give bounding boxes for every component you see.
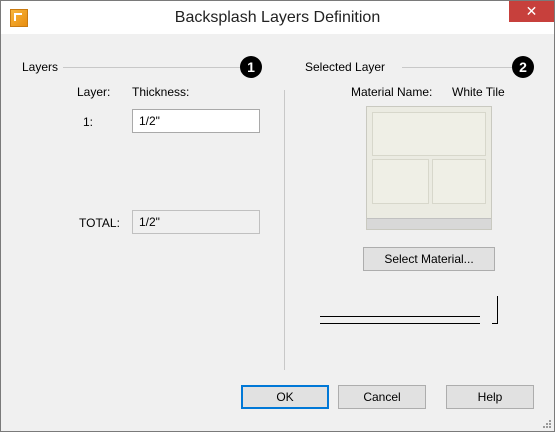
group-separator — [284, 90, 285, 370]
preview-base-strip — [367, 218, 491, 229]
preview-tile-bottom-right — [432, 159, 486, 204]
layer-profile-line-top — [320, 316, 480, 317]
layer-profile-edge — [497, 296, 498, 324]
title-bar: Backsplash Layers Definition ✕ — [1, 1, 554, 34]
thickness-column-header: Thickness: — [132, 85, 190, 99]
selected-layer-group-label: Selected Layer — [305, 60, 386, 74]
close-button[interactable]: ✕ — [509, 1, 554, 22]
material-preview — [366, 106, 492, 230]
layer-row-index: 1: — [83, 115, 94, 129]
material-name-value: White Tile — [452, 85, 505, 99]
layer-profile-edge-foot — [492, 323, 498, 324]
dialog-title: Backsplash Layers Definition — [174, 9, 381, 26]
select-material-button[interactable]: Select Material... — [363, 247, 495, 271]
resize-grip-icon[interactable] — [542, 419, 552, 429]
cancel-button[interactable]: Cancel — [338, 385, 426, 409]
layer-thickness-input[interactable]: 1/2" — [132, 109, 260, 133]
preview-tile-top — [372, 112, 486, 156]
total-label: TOTAL: — [79, 216, 120, 230]
layers-group-rule — [63, 67, 240, 68]
selected-layer-group-rule — [402, 67, 512, 68]
layers-group-label: Layers — [22, 60, 59, 74]
dialog-body: Layers 1 Layer: Thickness: 1: 1/2" TOTAL… — [9, 34, 546, 424]
dialog-window: Backsplash Layers Definition ✕ Layers 1 … — [0, 0, 555, 432]
ok-button[interactable]: OK — [241, 385, 329, 409]
total-thickness-field: 1/2" — [132, 210, 260, 234]
preview-tile-bottom-left — [372, 159, 429, 204]
material-name-label: Material Name: — [351, 85, 433, 99]
layer-column-header: Layer: — [77, 85, 111, 99]
help-button[interactable]: Help — [446, 385, 534, 409]
callout-2: 2 — [512, 56, 534, 78]
callout-1: 1 — [240, 56, 262, 78]
layer-profile-line-bottom — [320, 323, 480, 324]
